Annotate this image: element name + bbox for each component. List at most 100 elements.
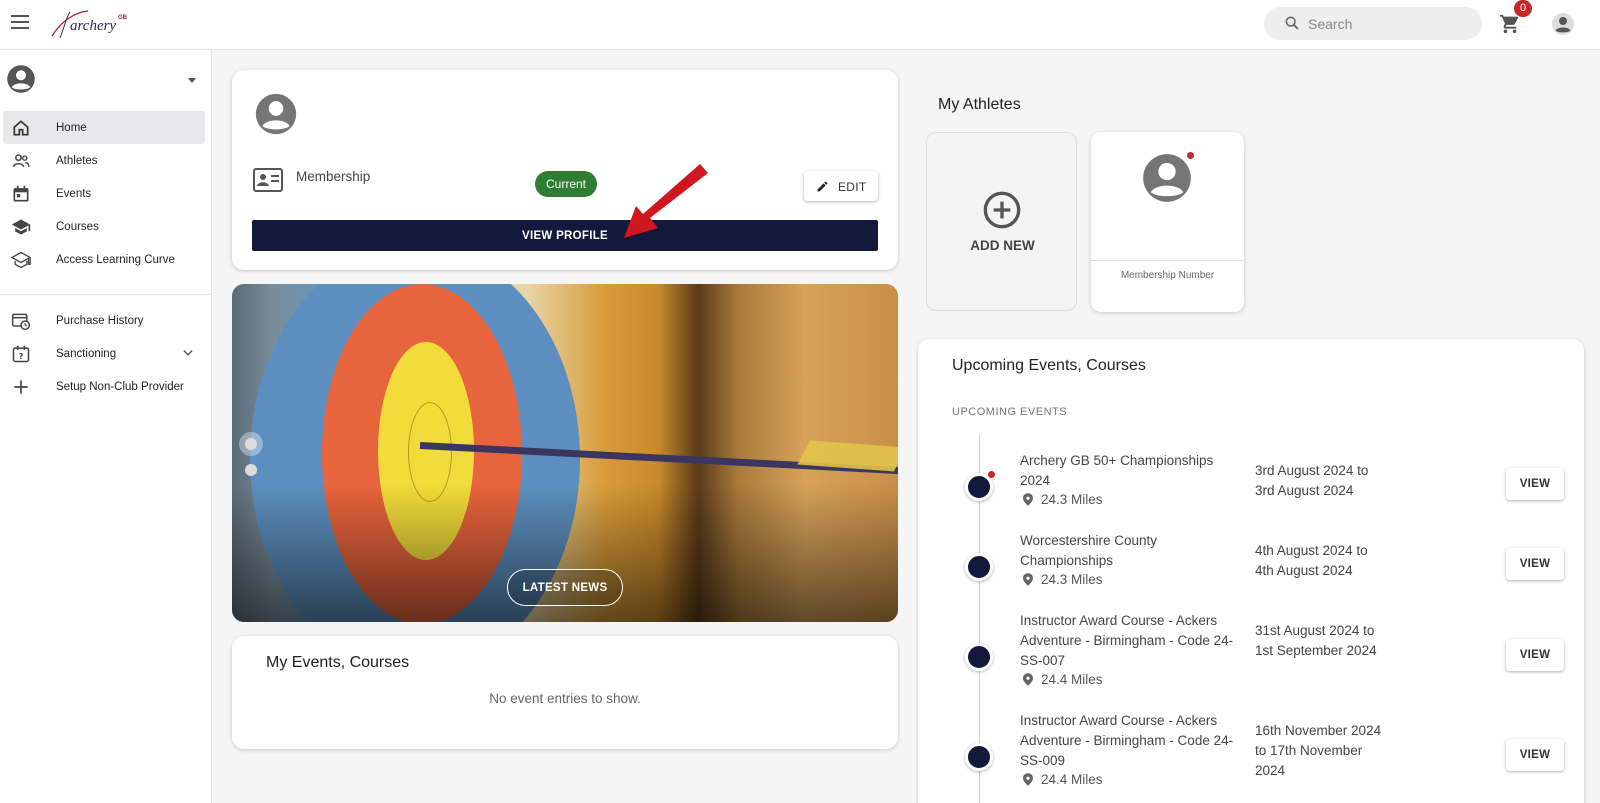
sidebar-item-courses[interactable]: Courses — [3, 210, 205, 243]
people-icon — [12, 154, 30, 168]
timeline-dot — [965, 743, 993, 771]
profile-avatar-icon — [255, 93, 297, 135]
membership-label: Membership — [296, 169, 371, 184]
event-distance: 24.4 Miles — [1020, 672, 1103, 687]
add-athlete-card[interactable]: ADD NEW — [926, 132, 1077, 311]
sidebar-item-label: Setup Non-Club Provider — [56, 380, 184, 393]
event-distance: 24.3 Miles — [1020, 572, 1103, 587]
athlete-avatar-icon — [1143, 154, 1191, 202]
add-new-label: ADD NEW — [970, 238, 1035, 253]
add-circle-icon — [983, 191, 1021, 229]
location-pin-icon — [1023, 673, 1033, 686]
my-athletes-title: My Athletes — [938, 96, 1021, 113]
event-dates: 4th August 2024 to 4th August 2024 — [1255, 543, 1368, 578]
event-dates: 3rd August 2024 to 3rd August 2024 — [1255, 463, 1369, 498]
athlete-card[interactable]: Membership Number — [1091, 132, 1244, 312]
sidebar-item-setup-provider[interactable]: Setup Non-Club Provider — [3, 370, 205, 403]
event-dates: 16th November 2024 to 17th November 2024 — [1255, 723, 1382, 778]
event-row: Archery GB 50+ Championships 2024 24.3 M… — [918, 451, 1584, 531]
event-distance-text: 24.4 Miles — [1041, 772, 1103, 787]
news-banner-carousel[interactable]: LATEST NEWS — [232, 284, 898, 622]
red-arrow-annotation — [624, 164, 708, 238]
search-input[interactable]: Search — [1264, 7, 1482, 40]
home-icon — [13, 120, 29, 136]
event-view-button[interactable]: VIEW — [1506, 548, 1564, 580]
logo-text: archery — [70, 18, 117, 34]
latest-news-button[interactable]: LATEST NEWS — [507, 569, 623, 606]
event-distance-text: 24.3 Miles — [1041, 492, 1103, 507]
event-row: Instructor Award Course - Ackers Adventu… — [918, 711, 1584, 791]
sidebar-item-label: Courses — [56, 220, 99, 233]
sidebar-item-home[interactable]: Home — [3, 111, 205, 144]
upcoming-subtitle: UPCOMING EVENTS — [952, 406, 1068, 418]
pencil-icon — [817, 181, 828, 192]
search-placeholder: Search — [1308, 16, 1353, 32]
timeline-dot — [965, 643, 993, 671]
history-icon — [11, 313, 31, 331]
top-bar: archery GB Search 0 — [0, 0, 1600, 50]
event-name: Instructor Award Course - Ackers Adventu… — [1020, 713, 1234, 768]
event-distance-text: 24.4 Miles — [1041, 672, 1103, 687]
profile-card: Membership Current EDIT VIEW PROFILE — [232, 70, 898, 270]
sidebar-item-label: Access Learning Curve — [56, 253, 175, 266]
sidebar: Home Athletes Events Courses Access Lear… — [0, 50, 212, 803]
sidebar-divider — [0, 294, 212, 295]
search-icon — [1285, 16, 1299, 30]
user-menu-caret-icon[interactable] — [188, 78, 196, 83]
event-row: Instructor Award Course - Ackers Adventu… — [918, 611, 1584, 691]
sidebar-item-learning-curve[interactable]: Access Learning Curve — [3, 243, 205, 276]
location-pin-icon — [1023, 773, 1033, 786]
sidebar-item-purchase-history[interactable]: Purchase History — [3, 304, 205, 337]
edit-label: EDIT — [838, 180, 867, 194]
sidebar-item-label: Athletes — [56, 154, 98, 167]
school-outline-icon — [11, 251, 31, 269]
location-pin-icon — [1023, 573, 1033, 586]
logo-sup: GB — [118, 15, 127, 21]
sidebar-item-label: Home — [56, 121, 87, 134]
timeline-dot — [965, 553, 993, 581]
sidebar-item-events[interactable]: Events — [3, 177, 205, 210]
event-name: Worcestershire County Championships — [1020, 533, 1158, 568]
membership-card-icon — [253, 168, 283, 192]
event-view-button[interactable]: VIEW — [1506, 468, 1564, 500]
svg-text:?: ? — [19, 351, 24, 361]
sidebar-item-athletes[interactable]: Athletes — [3, 144, 205, 177]
archery-gb-logo[interactable]: archery GB — [48, 8, 132, 42]
chevron-down-icon[interactable] — [181, 346, 195, 360]
view-profile-button[interactable]: VIEW PROFILE — [252, 220, 878, 251]
sidebar-item-label: Sanctioning — [56, 347, 117, 360]
calendar-icon — [13, 185, 29, 202]
calendar-question-icon: ? — [12, 345, 30, 363]
sidebar-item-label: Purchase History — [56, 314, 144, 327]
school-icon — [11, 219, 31, 235]
sidebar-item-sanctioning[interactable]: ? Sanctioning — [3, 337, 205, 370]
athlete-divider — [1091, 260, 1244, 261]
my-events-card: My Events, Courses No event entries to s… — [232, 636, 898, 749]
event-new-dot — [988, 471, 995, 478]
edit-button[interactable]: EDIT — [804, 171, 878, 201]
upcoming-events-card: Upcoming Events, Courses UPCOMING EVENTS… — [918, 339, 1584, 803]
plus-icon — [14, 380, 28, 394]
sidebar-item-label: Events — [56, 187, 92, 200]
carousel-dot-active[interactable] — [239, 432, 263, 456]
cart-icon[interactable] — [1499, 13, 1521, 35]
user-avatar-icon[interactable] — [6, 64, 36, 94]
location-pin-icon — [1023, 493, 1033, 506]
event-name: Archery GB 50+ Championships 2024 — [1020, 453, 1214, 488]
upcoming-title: Upcoming Events, Courses — [952, 357, 1146, 374]
event-name: Instructor Award Course - Ackers Adventu… — [1020, 613, 1234, 668]
event-view-button[interactable]: VIEW — [1506, 739, 1564, 771]
my-events-empty-text: No event entries to show. — [489, 691, 641, 706]
event-view-button[interactable]: VIEW — [1506, 639, 1564, 671]
my-events-title: My Events, Courses — [266, 654, 410, 671]
membership-number-label: Membership Number — [1120, 270, 1215, 281]
event-distance: 24.3 Miles — [1020, 492, 1103, 507]
account-icon[interactable] — [1551, 12, 1575, 36]
event-distance-text: 24.3 Miles — [1041, 572, 1103, 587]
event-dates: 31st August 2024 to 1st September 2024 — [1255, 623, 1377, 658]
menu-icon[interactable] — [11, 15, 29, 29]
event-distance: 24.4 Miles — [1020, 772, 1103, 787]
carousel-dot[interactable] — [245, 464, 257, 476]
membership-status-badge: Current — [535, 171, 597, 197]
cart-count-badge: 0 — [1514, 0, 1532, 17]
